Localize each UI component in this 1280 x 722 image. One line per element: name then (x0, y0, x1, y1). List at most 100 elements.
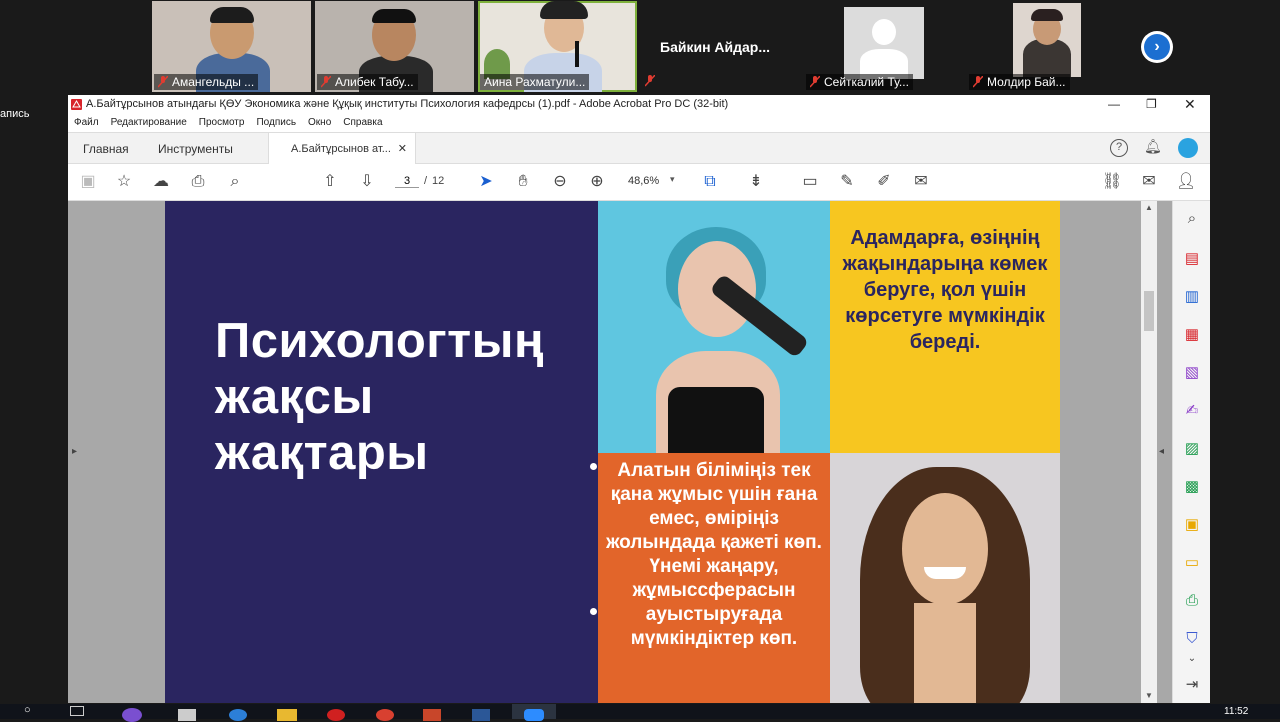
send-review-icon[interactable]: ▣ (1182, 515, 1202, 535)
collapse-pane-icon[interactable]: ⇥ (1182, 675, 1202, 695)
maximize-button[interactable]: ❐ (1146, 95, 1157, 114)
edit-pdf-icon[interactable]: ▧ (1182, 363, 1202, 383)
muted-mic-icon (645, 75, 655, 87)
account-avatar[interactable] (1178, 138, 1198, 158)
slide-yellow-box: Адамдарға, өзіңнің жақындарыңа көмек бер… (830, 201, 1060, 453)
minimize-button[interactable]: — (1108, 95, 1120, 114)
app-icon-powerpoint[interactable] (423, 709, 441, 721)
search-icon[interactable]: ○ (24, 704, 31, 716)
tab-document[interactable]: А.Байтұрсынов ат... ✕ (268, 133, 416, 165)
menu-bar: Файл Редактирование Просмотр Подпись Окн… (68, 114, 1210, 132)
video-tile-participant-2[interactable]: Алибек Табу... (315, 1, 474, 92)
page-total: 12 (432, 175, 445, 187)
menu-view[interactable]: Просмотр (199, 114, 245, 132)
app-icon-opera[interactable] (327, 709, 345, 721)
window-title: А.Байтұрсынов атындағы ҚӨУ Экономика жән… (86, 98, 729, 110)
next-page-participants-button[interactable]: › (1141, 31, 1173, 63)
scroll-thumb[interactable] (1144, 291, 1154, 331)
save-icon[interactable]: ▣ (78, 172, 98, 192)
protect-icon[interactable]: ⛉ (1182, 629, 1202, 649)
add-user-icon[interactable]: 👤︎ (1176, 172, 1196, 192)
scan-icon[interactable]: ⎙ (1182, 591, 1202, 611)
scroll-mode-icon[interactable]: ⇟ (746, 172, 766, 192)
collapse-left-panel-icon[interactable]: ▸ (72, 446, 77, 457)
close-tab-icon[interactable]: ✕ (398, 133, 407, 165)
prev-page-icon[interactable]: ⇧ (320, 172, 340, 192)
app-icon-zoom[interactable] (512, 704, 556, 721)
chevron-down-icon[interactable]: ⌄ (1182, 649, 1202, 669)
fill-sign-icon[interactable]: ✍︎ (1182, 401, 1202, 421)
participant-name-centered: Байкин Айдар... (660, 39, 771, 55)
video-tile-participant-1[interactable]: Амангельды ... (152, 1, 311, 92)
app-icon-word[interactable] (472, 709, 490, 721)
video-tile-participant-5[interactable]: Сейткалий Ту... (804, 1, 963, 92)
video-tile-participant-4[interactable]: Байкин Айдар... (641, 1, 800, 92)
draw-icon[interactable]: ✐ (874, 172, 894, 192)
acrobat-window: А.Байтұрсынов атындағы ҚӨУ Экономика жән… (68, 95, 1210, 703)
photo-smiling-woman (830, 453, 1060, 703)
menu-window[interactable]: Окно (308, 114, 331, 132)
side-label: апись (0, 108, 30, 120)
page-number-input[interactable]: 3 (395, 175, 419, 188)
app-icon-explorer[interactable] (277, 709, 297, 721)
compress-icon[interactable]: ▩ (1182, 477, 1202, 497)
hand-tool-icon[interactable]: ✋︎ (513, 172, 533, 192)
vertical-scrollbar[interactable]: ▲ ▼ (1141, 201, 1157, 703)
organize-pages-icon[interactable]: ▦ (1182, 325, 1202, 345)
app-icon-viber[interactable] (122, 708, 142, 722)
chevron-down-icon[interactable]: ▾ (670, 174, 675, 185)
slide-title-line-3: жақтары (215, 426, 429, 480)
search-icon[interactable]: ⌕ (225, 172, 245, 192)
app-icon-store[interactable] (178, 709, 196, 721)
orange-box-text-1: Алатын біліміңіз тек қана жұмыс үшін ған… (606, 460, 822, 553)
menu-sign[interactable]: Подпись (256, 114, 296, 132)
comment-icon[interactable]: ▭ (1182, 553, 1202, 573)
zoom-out-icon[interactable]: ⊖ (550, 172, 570, 192)
menu-help[interactable]: Справка (343, 114, 382, 132)
email-icon[interactable]: ✉ (1139, 172, 1159, 192)
select-cursor-icon[interactable]: ➤ (476, 172, 496, 192)
share-link-icon[interactable]: ⛓ (1102, 172, 1122, 192)
combine-files-icon[interactable]: ▨ (1182, 439, 1202, 459)
toolbar: ▣ ☆ ☁ ⎙ ⌕ ⇧ ⇩ 3 / 12 ➤ ✋︎ ⊖ ⊕ 48,6% ▾ ⧉ … (68, 164, 1210, 201)
tab-tools[interactable]: Инструменты (158, 142, 233, 156)
app-icon-edge[interactable] (229, 709, 247, 721)
fit-page-icon[interactable]: ⧉ (700, 172, 720, 192)
create-pdf-icon[interactable]: ▤ (1182, 249, 1202, 269)
app-icon-chrome[interactable] (376, 709, 394, 721)
next-page-icon[interactable]: ⇩ (357, 172, 377, 192)
bookmark-star-icon[interactable]: ☆ (114, 172, 134, 192)
pdf-slide: Психологтың жақсы жақтары Адамдарға, өзі… (165, 201, 1060, 703)
cloud-upload-icon[interactable]: ☁ (151, 172, 171, 192)
muted-mic-icon (321, 76, 331, 88)
collapse-right-panel-icon[interactable]: ◂ (1159, 446, 1164, 457)
yellow-box-text: Адамдарға, өзіңнің жақындарыңа көмек бер… (842, 227, 1048, 353)
task-view-icon[interactable] (70, 706, 84, 716)
help-icon[interactable]: ? (1110, 139, 1128, 157)
video-tile-participant-3[interactable]: Аина Рахматули... (478, 1, 637, 92)
close-button[interactable]: ✕ (1184, 95, 1196, 114)
document-viewer[interactable]: ▸ Психологтың жақсы жақтары Адамдарға, ө… (68, 201, 1210, 703)
export-pdf-icon[interactable]: ▥ (1182, 287, 1202, 307)
zoom-level-select[interactable]: 48,6% (628, 175, 659, 187)
clock-time[interactable]: 11:52 (1224, 706, 1248, 717)
participant-name: Аина Рахматули... (484, 75, 586, 89)
highlight-pen-icon[interactable]: ✎ (837, 172, 857, 192)
stamp-icon[interactable]: ✉ (911, 172, 931, 192)
taskbar: ○ 11:52 (0, 704, 1280, 722)
slide-title: Психологтың жақсы жақтары (215, 313, 544, 481)
chevron-right-icon: › (1144, 34, 1170, 60)
menu-edit[interactable]: Редактирование (111, 114, 187, 132)
video-tile-participant-6[interactable]: Молдир Бай... (967, 1, 1126, 92)
page-separator: / (424, 175, 428, 187)
participant-name: Амангельды ... (172, 75, 255, 89)
bell-icon[interactable]: 🔔︎ (1144, 138, 1162, 155)
comment-icon[interactable]: ▭ (800, 172, 820, 192)
bullet-dot (590, 608, 597, 615)
acrobat-logo-icon (71, 99, 82, 110)
zoom-in-icon[interactable]: ⊕ (587, 172, 607, 192)
menu-file[interactable]: Файл (74, 114, 99, 132)
search-icon[interactable]: ⌕ (1182, 209, 1202, 229)
tab-home[interactable]: Главная (83, 142, 129, 156)
print-icon[interactable]: ⎙ (188, 172, 208, 192)
